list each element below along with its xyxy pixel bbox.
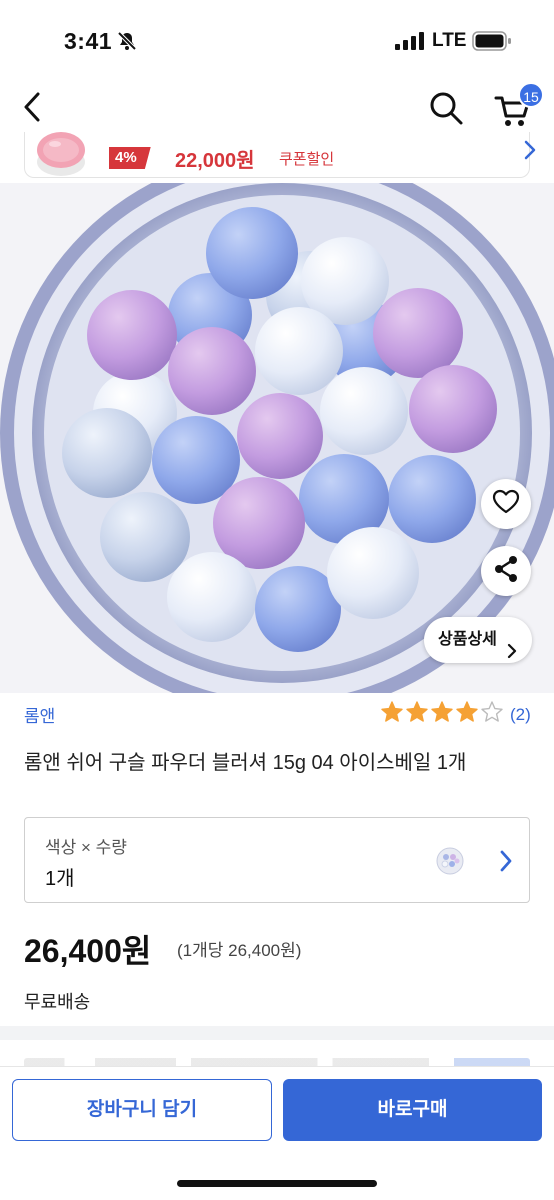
share-icon	[493, 555, 519, 588]
chevron-right-icon	[506, 632, 518, 678]
buy-now-button[interactable]: 바로구매	[283, 1079, 542, 1141]
like-button[interactable]	[481, 479, 531, 529]
status-time: 3:41	[64, 28, 113, 54]
add-to-cart-button[interactable]: 장바구니 담기	[12, 1079, 272, 1141]
discount-badge: 4%	[109, 147, 151, 169]
back-arrow-icon[interactable]	[18, 90, 48, 129]
star-filled-icon	[430, 700, 454, 729]
chevron-right-icon	[497, 848, 515, 879]
cart-button[interactable]: 15	[494, 82, 550, 132]
option-selector[interactable]: 색상 × 수량 1개	[24, 817, 530, 903]
section-divider	[0, 1026, 554, 1040]
bell-muted-icon	[116, 30, 138, 57]
review-count: (2)	[510, 704, 531, 724]
coupon-price: 22,000원	[175, 150, 255, 172]
top-nav: 15	[0, 80, 554, 136]
rating[interactable]: (2)	[380, 700, 531, 729]
rating-stars	[380, 700, 504, 729]
chevron-right-icon	[521, 138, 539, 167]
product-title: 롬앤 쉬어 구슬 파우더 블러셔 15g 04 아이스베일 1개	[24, 752, 467, 774]
coupon-promo-banner[interactable]: 4% 22,000원 쿠폰할인	[24, 132, 536, 178]
network-label: LTE	[432, 30, 467, 51]
coupon-label: 쿠폰할인	[279, 151, 335, 168]
star-filled-icon	[380, 700, 404, 729]
option-label: 색상 × 수량	[45, 838, 127, 857]
star-filled-icon	[405, 700, 429, 729]
bottom-action-bar: 장바구니 담기 바로구매	[0, 1066, 554, 1200]
option-value: 1개	[45, 868, 75, 890]
share-button[interactable]	[481, 546, 531, 596]
status-bar: 3:41 LTE	[0, 0, 554, 80]
heart-icon	[492, 489, 520, 520]
product-detail-label: 상품상세	[438, 631, 497, 648]
star-filled-icon	[455, 700, 479, 729]
product-detail-button[interactable]: 상품상세	[424, 617, 532, 663]
home-indicator[interactable]	[177, 1180, 377, 1187]
option-thumbnail	[435, 846, 465, 881]
blush-compact-thumbnail	[31, 132, 101, 183]
shipping-info: 무료배송	[24, 992, 91, 1012]
battery-icon	[472, 31, 512, 56]
star-empty-icon	[480, 700, 504, 729]
brand-link[interactable]: 롬앤	[24, 702, 55, 727]
cart-count-badge: 15	[518, 82, 544, 108]
sale-price: 26,400원	[24, 933, 152, 969]
search-icon[interactable]	[428, 90, 464, 131]
unit-price: (1개당 26,400원)	[177, 941, 302, 960]
signal-icon	[395, 32, 425, 55]
